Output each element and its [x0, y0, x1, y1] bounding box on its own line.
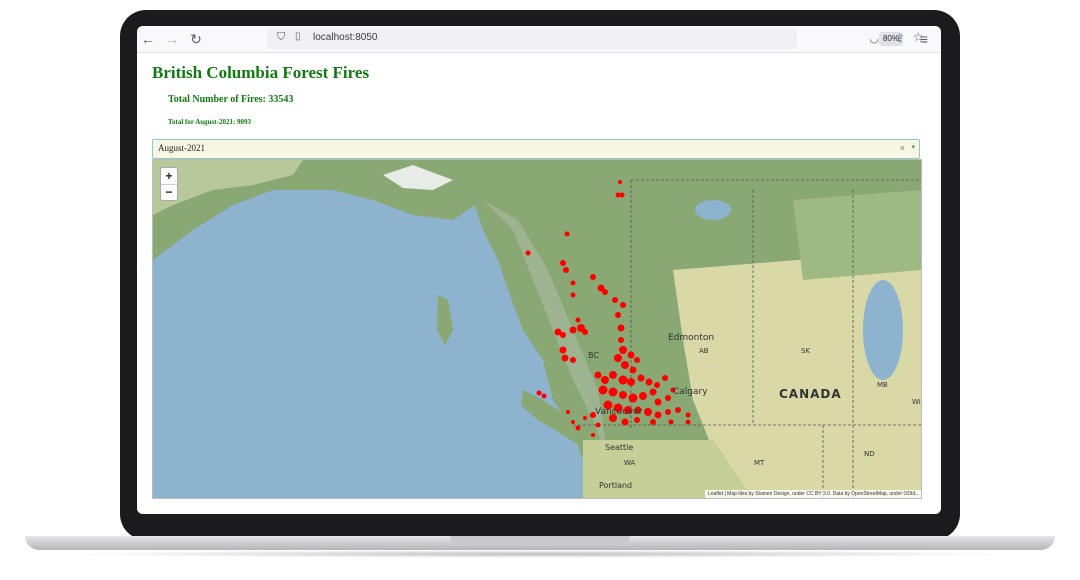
map-label-vancouver: Vancouver: [595, 407, 643, 417]
map-attribution[interactable]: Leaflet | Map tiles by Stamen Design, un…: [705, 490, 921, 498]
period-total-text: Total for August-2021: 9093: [168, 118, 252, 126]
pocket-icon[interactable]: ◡: [867, 30, 881, 48]
zoom-in-button[interactable]: +: [161, 168, 177, 185]
fire-map[interactable]: Edmonton AB SK BC Calgary CANADA MB Wi V…: [152, 159, 922, 499]
map-zoom-control: + −: [160, 167, 178, 201]
extensions-icon[interactable]: ⇪: [893, 30, 907, 48]
map-label-ab: AB: [699, 347, 709, 355]
map-label-calgary: Calgary: [673, 387, 708, 397]
map-label-wi: Wi: [912, 398, 921, 406]
month-dropdown[interactable]: August-2021 × ▾: [152, 139, 920, 159]
back-arrow-icon[interactable]: ←: [141, 30, 155, 48]
shield-icon[interactable]: ⛉: [277, 31, 285, 44]
url-text[interactable]: localhost:8050: [313, 32, 378, 43]
chevron-down-icon[interactable]: ▾: [911, 143, 915, 151]
map-label-nd: ND: [864, 450, 875, 458]
map-label-canada: CANADA: [779, 387, 842, 401]
map-label-mb: MB: [877, 381, 888, 389]
dropdown-selected-value: August-2021: [158, 143, 205, 153]
browser-window: ← → ↻ ⛉ ▯ localhost:8050 80% ☆ ◡ ⇪ ≡ Bri…: [137, 26, 941, 514]
laptop-notch: [450, 536, 630, 544]
dashboard-page: British Columbia Forest Fires Total Numb…: [137, 53, 941, 514]
zoom-out-button[interactable]: −: [161, 184, 177, 200]
map-tiles: [153, 160, 921, 498]
url-bar[interactable]: ⛉ ▯ localhost:8050 80% ☆: [267, 29, 924, 49]
menu-icon[interactable]: ≡: [917, 30, 931, 48]
map-label-sk: SK: [801, 347, 811, 355]
browser-toolbar: ← → ↻ ⛉ ▯ localhost:8050 80% ☆ ◡ ⇪ ≡: [137, 26, 941, 53]
map-label-edmonton: Edmonton: [668, 333, 715, 343]
map-label-portland: Portland: [599, 481, 633, 490]
map-label-mt: MT: [754, 459, 765, 467]
total-fires-text: Total Number of Fires: 33543: [168, 94, 294, 105]
laptop-shadow: [60, 550, 1020, 558]
map-label-bc: BC: [588, 351, 599, 360]
map-label-seattle: Seattle: [605, 443, 634, 452]
page-title: British Columbia Forest Fires: [152, 63, 370, 82]
reload-icon[interactable]: ↻: [189, 30, 203, 48]
page-icon: ▯: [295, 31, 301, 42]
forward-arrow-icon[interactable]: →: [165, 30, 179, 48]
clear-icon[interactable]: ×: [900, 143, 905, 153]
map-label-wa: WA: [624, 459, 636, 467]
